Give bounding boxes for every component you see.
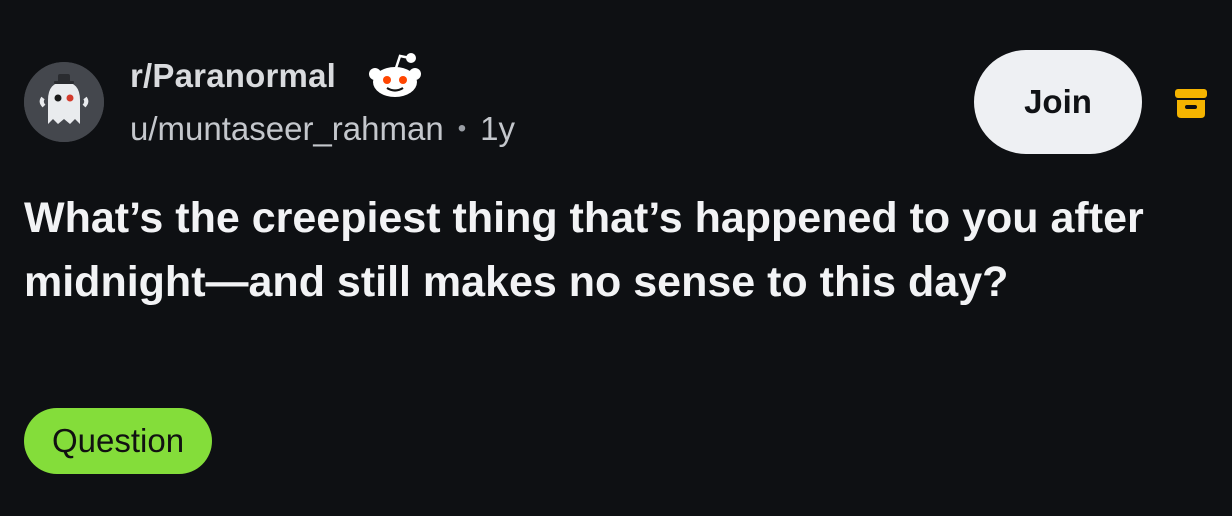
post-title[interactable]: What’s the creepiest thing that’s happen… — [24, 186, 1204, 314]
ghost-avatar-icon — [24, 62, 104, 142]
subreddit-row: r/Paranormal — [130, 53, 515, 98]
author-name[interactable]: u/muntaseer_rahman — [130, 110, 444, 148]
join-button[interactable]: Join — [974, 50, 1142, 154]
author-row: u/muntaseer_rahman • 1y — [130, 110, 515, 148]
post-flair[interactable]: Question — [24, 408, 213, 474]
subreddit-avatar[interactable] — [24, 62, 104, 142]
reddit-snoo-icon — [369, 53, 421, 97]
post-card: r/Paranormal u/muntaseer_rahman • 1y Joi… — [0, 0, 1232, 516]
subreddit-name[interactable]: r/Paranormal — [130, 57, 336, 95]
post-header: r/Paranormal u/muntaseer_rahman • 1y Joi… — [24, 44, 1208, 154]
post-meta: r/Paranormal u/muntaseer_rahman • 1y — [130, 53, 515, 148]
meta-separator: • — [457, 115, 467, 142]
archive-icon[interactable] — [1174, 86, 1208, 120]
post-age: 1y — [480, 110, 515, 147]
